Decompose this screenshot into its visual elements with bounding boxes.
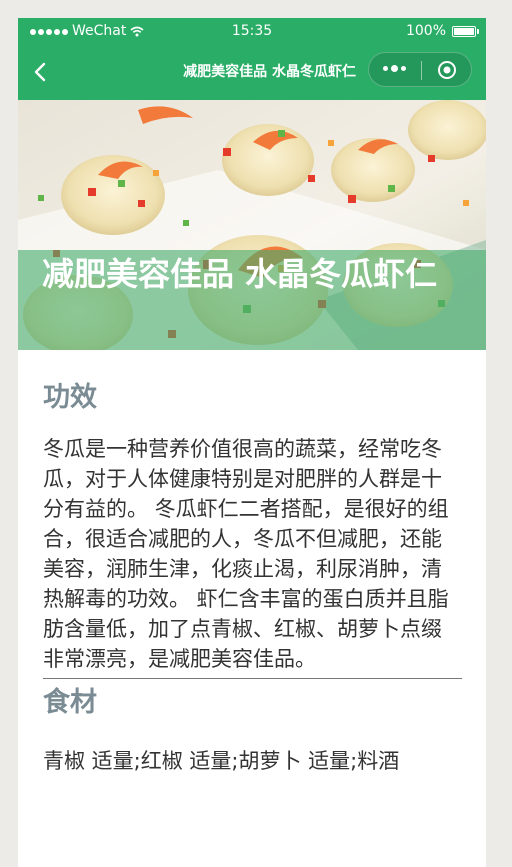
effect-section-title: 功效 bbox=[43, 382, 97, 413]
battery-icon bbox=[452, 26, 479, 37]
battery-group: 100% bbox=[405, 18, 479, 45]
battery-percent: 100% bbox=[405, 23, 446, 39]
nav-title: 减肥美容佳品 水晶冬瓜虾仁 bbox=[183, 64, 356, 80]
status-bar: WeChat 15:35 100% bbox=[18, 18, 486, 45]
more-icon[interactable] bbox=[383, 65, 406, 72]
recipe-title: 减肥美容佳品 水晶冬瓜虾仁 bbox=[42, 255, 438, 293]
capsule-divider bbox=[421, 61, 422, 80]
ingredients-section-title: 食材 bbox=[43, 687, 97, 718]
close-program-icon[interactable] bbox=[437, 60, 457, 80]
mini-program-capsule bbox=[368, 52, 472, 87]
back-icon[interactable] bbox=[28, 59, 54, 85]
effect-description: 冬瓜是一种营养价值很高的蔬菜，经常吃冬瓜，对于人体健康特别是对肥胖的人群是十分有… bbox=[43, 437, 449, 671]
ingredients-list: 青椒 适量;红椒 适量;胡萝卜 适量;料酒 bbox=[43, 749, 400, 773]
navigation-bar: 减肥美容佳品 水晶冬瓜虾仁 bbox=[18, 45, 486, 100]
recipe-content: 功效 冬瓜是一种营养价值很高的蔬菜，经常吃冬瓜，对于人体健康特别是对肥胖的人群是… bbox=[18, 350, 486, 776]
hero-banner: 减肥美容佳品 水晶冬瓜虾仁 bbox=[18, 100, 486, 350]
section-divider bbox=[43, 678, 462, 679]
phone-screen: WeChat 15:35 100% 减肥美容佳品 水晶冬瓜虾仁 减肥美容佳品 水… bbox=[18, 18, 486, 867]
